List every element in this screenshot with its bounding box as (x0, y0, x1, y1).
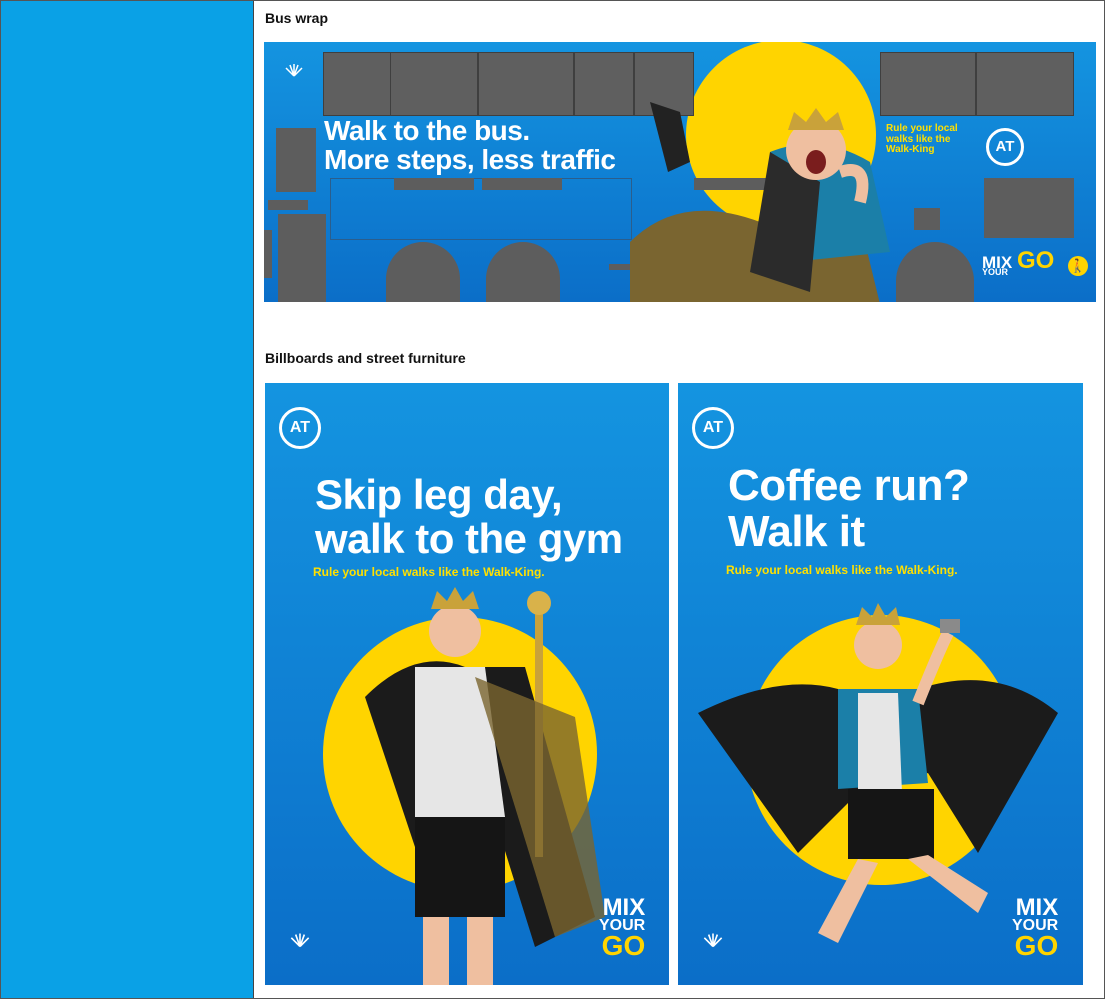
bus-tagline-line3: Walk-King (886, 144, 935, 155)
bus-front (264, 230, 272, 278)
bus-vent (394, 178, 474, 190)
bus-wrap-image: Walk to the bus. More steps, less traffi… (264, 42, 1096, 302)
mix-your-go-logo: MIX YOUR GO (599, 894, 646, 961)
go-text: GO (1012, 929, 1059, 961)
bus-wrap-heading: Bus wrap (265, 10, 329, 26)
billboard2-headline-line1: Coffee run? (728, 461, 970, 510)
bus-window (390, 52, 478, 116)
billboard-skip-leg-day: AT Skip leg day, walk to the gym Rule yo… (265, 383, 669, 985)
your-text: YOUR (982, 267, 1009, 277)
bus-mirror (268, 200, 308, 210)
bus-headline: Walk to the bus. More steps, less traffi… (324, 115, 616, 176)
billboard-coffee-run: AT Coffee run? Walk it Rule your local w… (678, 383, 1083, 985)
left-column (1, 1, 254, 998)
bus-rear-window (984, 178, 1074, 238)
bus-window (976, 52, 1074, 116)
bus-window (323, 52, 391, 116)
mix-your-go-logo: MIX YOUR GO (1012, 894, 1059, 961)
walk-king-figure (630, 102, 890, 302)
billboard1-headline-line2: walk to the gym (315, 515, 623, 563)
council-logo-icon (285, 931, 315, 951)
billboards-heading: Billboards and street furniture (265, 350, 466, 366)
mix-text: MIX (1015, 894, 1059, 921)
go-text: GO (1016, 247, 1055, 274)
council-logo-icon (698, 931, 728, 951)
bus-headline-line2: More steps, less traffic (324, 144, 616, 176)
mix-text: MIX (602, 894, 646, 921)
bus-tagline: Rule your local walks like the Walk-King (886, 123, 958, 156)
bus-wheel-arch (486, 242, 560, 302)
at-logo-icon: AT (279, 407, 321, 449)
go-label: GO (601, 929, 646, 961)
billboard2-headline: Coffee run? Walk it (728, 461, 970, 557)
go-label: GO (1014, 929, 1059, 961)
billboard1-tagline: Rule your local walks like the Walk-King… (313, 565, 545, 579)
council-logo-icon (278, 62, 310, 80)
billboard2-headline-line2: Walk it (728, 507, 865, 557)
bus-headline-line1: Walk to the bus. (324, 115, 530, 146)
bus-wheel-arch (386, 242, 460, 302)
at-logo-icon: AT (986, 128, 1024, 166)
walking-person-icon: 🚶 (1068, 256, 1088, 276)
at-logo-icon: AT (692, 407, 734, 449)
billboard1-headline-line1: Skip leg day, (315, 471, 563, 518)
bus-front-window (276, 128, 316, 192)
bus-vent (482, 178, 562, 190)
bus-window (478, 52, 574, 116)
bus-tagline-line1: Rule your local (886, 123, 958, 134)
go-text: GO (599, 929, 646, 961)
billboard1-headline: Skip leg day, walk to the gym (315, 471, 623, 563)
walk-king-figure (365, 587, 605, 985)
billboard2-tagline: Rule your local walks like the Walk-King… (726, 563, 958, 577)
bus-door (278, 214, 326, 302)
bus-lower-panel (330, 178, 632, 240)
